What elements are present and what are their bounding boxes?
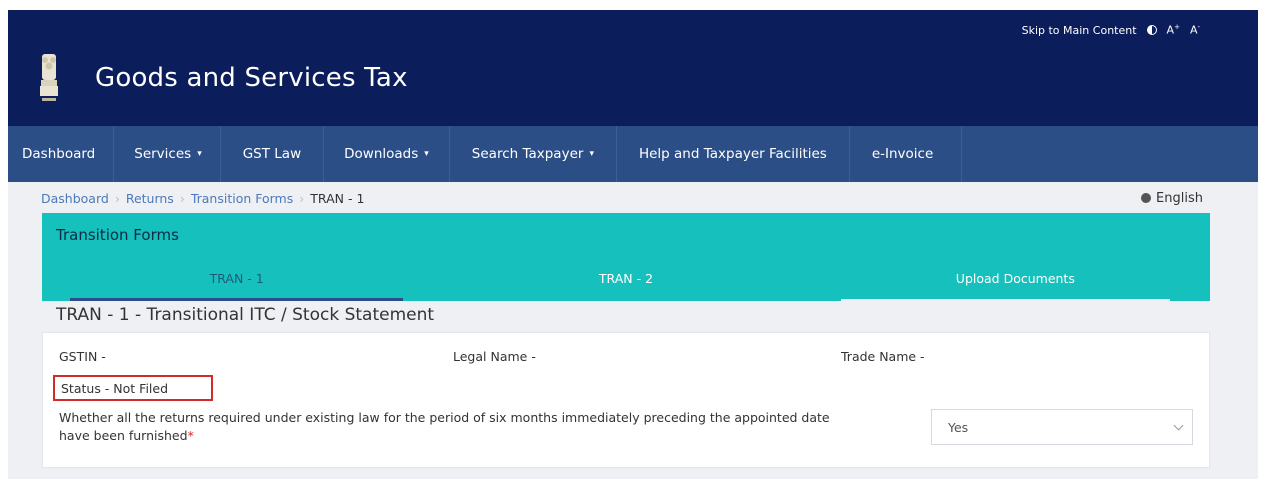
chevron-down-icon: ▾: [589, 149, 594, 159]
breadcrumb: Dashboard › Returns › Transition Forms ›…: [41, 188, 364, 208]
status-badge: Status - Not Filed: [53, 375, 213, 401]
tab-tran-2[interactable]: TRAN - 2: [431, 258, 820, 298]
chevron-down-icon: ▾: [424, 149, 429, 159]
breadcrumb-transition-forms[interactable]: Transition Forms: [191, 191, 293, 206]
nav-e-invoice[interactable]: e-Invoice: [850, 126, 963, 182]
breadcrumb-dashboard[interactable]: Dashboard: [41, 191, 109, 206]
transition-forms-title: Transition Forms: [56, 226, 179, 244]
language-label: English: [1156, 190, 1203, 206]
chevron-down-icon: [1173, 420, 1184, 431]
form-heading: TRAN - 1 - Transitional ITC / Stock Stat…: [56, 305, 435, 325]
tab-tran-1[interactable]: TRAN - 1: [42, 258, 431, 301]
returns-furnished-select[interactable]: Yes: [931, 409, 1193, 445]
nav-services[interactable]: Services ▾: [114, 126, 221, 182]
breadcrumb-separator: ›: [179, 190, 185, 206]
required-marker: *: [187, 428, 194, 443]
site-header: Skip to Main Content A+ A- Goods and Ser…: [8, 10, 1258, 126]
gstin-label: GSTIN -: [59, 349, 106, 364]
nav-gst-law[interactable]: GST Law: [221, 126, 325, 182]
breadcrumb-current: TRAN - 1: [310, 190, 365, 206]
contrast-icon[interactable]: [1146, 25, 1157, 35]
nav-downloads[interactable]: Downloads ▾: [324, 126, 450, 182]
font-increase-button[interactable]: A+: [1167, 23, 1180, 37]
breadcrumb-returns[interactable]: Returns: [126, 191, 174, 206]
breadcrumb-separator: ›: [114, 190, 120, 206]
returns-furnished-question: Whether all the returns required under e…: [59, 410, 830, 443]
main-nav: Dashboard Services ▾ GST Law Downloads ▾…: [8, 126, 1258, 182]
select-value: Yes: [948, 419, 969, 435]
tab-upload-documents[interactable]: Upload Documents: [821, 258, 1210, 301]
breadcrumb-separator: ›: [299, 190, 305, 206]
skip-to-main-link[interactable]: Skip to Main Content: [1022, 24, 1137, 37]
nav-dashboard[interactable]: Dashboard: [8, 126, 115, 182]
form-card: GSTIN - Legal Name - Trade Name - Status…: [42, 332, 1210, 468]
legal-name-label: Legal Name -: [453, 349, 536, 364]
trade-name-label: Trade Name -: [841, 349, 925, 364]
transition-forms-panel: Transition Forms TRAN - 1 TRAN - 2 Uploa…: [42, 213, 1210, 301]
nav-help-taxpayer-facilities[interactable]: Help and Taxpayer Facilities: [617, 126, 850, 182]
chevron-down-icon: ▾: [197, 149, 202, 159]
language-selector[interactable]: English: [1141, 188, 1203, 208]
globe-icon: [1141, 193, 1152, 203]
utility-bar: Skip to Main Content A+ A-: [1022, 20, 1200, 40]
status-text: Status - Not Filed: [61, 380, 169, 396]
nav-search-taxpayer[interactable]: Search Taxpayer ▾: [450, 126, 617, 182]
national-emblem-icon[interactable]: [38, 52, 60, 106]
font-decrease-button[interactable]: A-: [1190, 23, 1200, 37]
site-title[interactable]: Goods and Services Tax: [95, 63, 408, 93]
transition-forms-tabs: TRAN - 1 TRAN - 2 Upload Documents: [42, 258, 1210, 301]
page: Skip to Main Content A+ A- Goods and Ser…: [8, 10, 1258, 479]
